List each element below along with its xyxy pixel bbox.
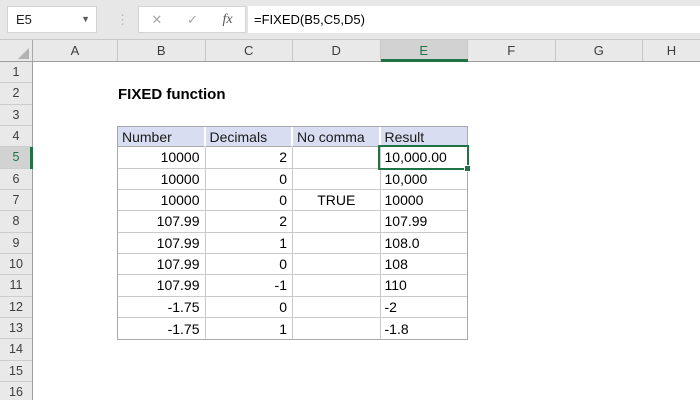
column-header-B[interactable]: B [118, 40, 206, 61]
row-header-8[interactable]: 8 [0, 211, 32, 233]
column-header-G[interactable]: G [556, 40, 643, 61]
cell-B12[interactable]: -1.75 [118, 296, 206, 318]
table-header-number[interactable]: Number [118, 127, 206, 148]
cell-C7[interactable]: 0 [205, 189, 293, 212]
name-box-dropdown-icon[interactable]: ▼ [81, 14, 90, 24]
cancel-icon[interactable]: ✕ [151, 12, 162, 28]
cell-D11[interactable] [293, 275, 381, 297]
cell-B9[interactable]: 107.99 [118, 232, 206, 254]
cell-C6[interactable]: 0 [205, 168, 293, 190]
cell-B10[interactable]: 107.99 [118, 253, 206, 276]
sheet-area: FIXED function Number Decimals No comma Res… [33, 62, 700, 400]
column-header-E[interactable]: E [380, 40, 468, 61]
column-header-D[interactable]: D [293, 40, 381, 61]
cell-E6[interactable]: 10,000 [380, 169, 467, 190]
row-header-1[interactable]: 1 [0, 62, 32, 84]
formula-toolbar: E5 ▼ ⋮ ✕ ✓ fx =FIXED(B5,C5,D5) [0, 0, 700, 40]
cell-C8[interactable]: 2 [205, 211, 293, 233]
name-box[interactable]: E5 ▼ [7, 6, 97, 33]
cell-B5[interactable]: 10000 [118, 147, 206, 169]
cell-B8[interactable]: 107.99 [118, 211, 206, 233]
row-header-11[interactable]: 11 [0, 275, 32, 297]
table-header-result[interactable]: Result [380, 127, 467, 148]
cell-C10[interactable]: 0 [205, 253, 293, 276]
cell-D10[interactable] [293, 253, 381, 276]
formula-buttons: ✕ ✓ fx [138, 6, 246, 33]
cell-D6[interactable] [293, 168, 381, 190]
cell-D12[interactable] [293, 296, 381, 318]
table-header-decimals[interactable]: Decimals [205, 127, 293, 148]
selected-column-underline [380, 59, 468, 62]
row-header-15[interactable]: 15 [0, 361, 32, 382]
cell-B13[interactable]: -1.75 [118, 317, 206, 340]
row-header-10[interactable]: 10 [0, 254, 32, 276]
row-header-4[interactable]: 4 [0, 126, 32, 148]
cell-E13[interactable]: -1.8 [381, 318, 468, 339]
row-header-14[interactable]: 14 [0, 339, 32, 361]
formula-bar-input[interactable]: =FIXED(B5,C5,D5) [247, 6, 700, 33]
row-header-13[interactable]: 13 [0, 318, 32, 340]
cell-E10[interactable]: 108 [380, 254, 467, 276]
column-header-F[interactable]: F [468, 40, 556, 61]
cell-D5[interactable] [293, 147, 381, 169]
selected-row-bar [30, 147, 33, 169]
row-header-band: 1 2 3 4 5 6 7 8 9 10 11 12 13 14 15 16 [0, 62, 33, 400]
cell-D7[interactable]: TRUE [293, 189, 381, 212]
cell-E7[interactable]: 10000 [380, 190, 467, 212]
cell-C13[interactable]: 1 [206, 317, 293, 340]
sheet-title[interactable]: FIXED function [118, 84, 226, 105]
cell-B6[interactable]: 10000 [118, 168, 206, 190]
row-header-3[interactable]: 3 [0, 105, 32, 126]
insert-function-icon[interactable]: fx [223, 12, 233, 28]
column-header-H[interactable]: H [643, 40, 700, 61]
row-header-7[interactable]: 7 [0, 190, 32, 212]
enter-icon[interactable]: ✓ [187, 12, 198, 28]
data-table: Number Decimals No comma Result 10000 2 10,000… [117, 126, 468, 340]
row-header-5[interactable]: 5 [0, 147, 32, 169]
select-all-triangle-icon [18, 48, 29, 59]
cell-D13[interactable] [293, 317, 381, 340]
cell-E12[interactable]: -2 [380, 297, 467, 318]
cell-B7[interactable]: 10000 [118, 189, 206, 212]
toolbar-dots-separator: ⋮ [116, 11, 129, 27]
name-box-value: E5 [16, 12, 32, 27]
cell-C5[interactable]: 2 [205, 147, 293, 169]
cell-C9[interactable]: 1 [205, 232, 293, 254]
fill-handle[interactable] [464, 165, 471, 172]
column-header-A[interactable]: A [33, 40, 118, 61]
select-all-corner[interactable] [0, 40, 33, 61]
row-header-16[interactable]: 16 [0, 382, 32, 400]
column-header-band: ABCDEFGH [0, 40, 700, 62]
cell-D8[interactable] [293, 211, 381, 233]
column-header-C[interactable]: C [206, 40, 293, 61]
cell-E5[interactable]: 10,000.00 [380, 147, 467, 169]
cell-D9[interactable] [293, 232, 381, 254]
row-header-2[interactable]: 2 [0, 83, 32, 105]
row-header-12[interactable]: 12 [0, 297, 32, 318]
table-header-no-comma[interactable]: No comma [293, 127, 381, 148]
cell-E8[interactable]: 107.99 [380, 211, 467, 233]
cell-B11[interactable]: 107.99 [118, 275, 206, 297]
cell-E9[interactable]: 108.0 [380, 233, 467, 254]
row-header-6[interactable]: 6 [0, 169, 32, 190]
cell-E11[interactable]: 110 [380, 275, 467, 297]
row-header-9[interactable]: 9 [0, 233, 32, 254]
cell-C11[interactable]: -1 [205, 275, 293, 297]
cell-C12[interactable]: 0 [205, 296, 293, 318]
